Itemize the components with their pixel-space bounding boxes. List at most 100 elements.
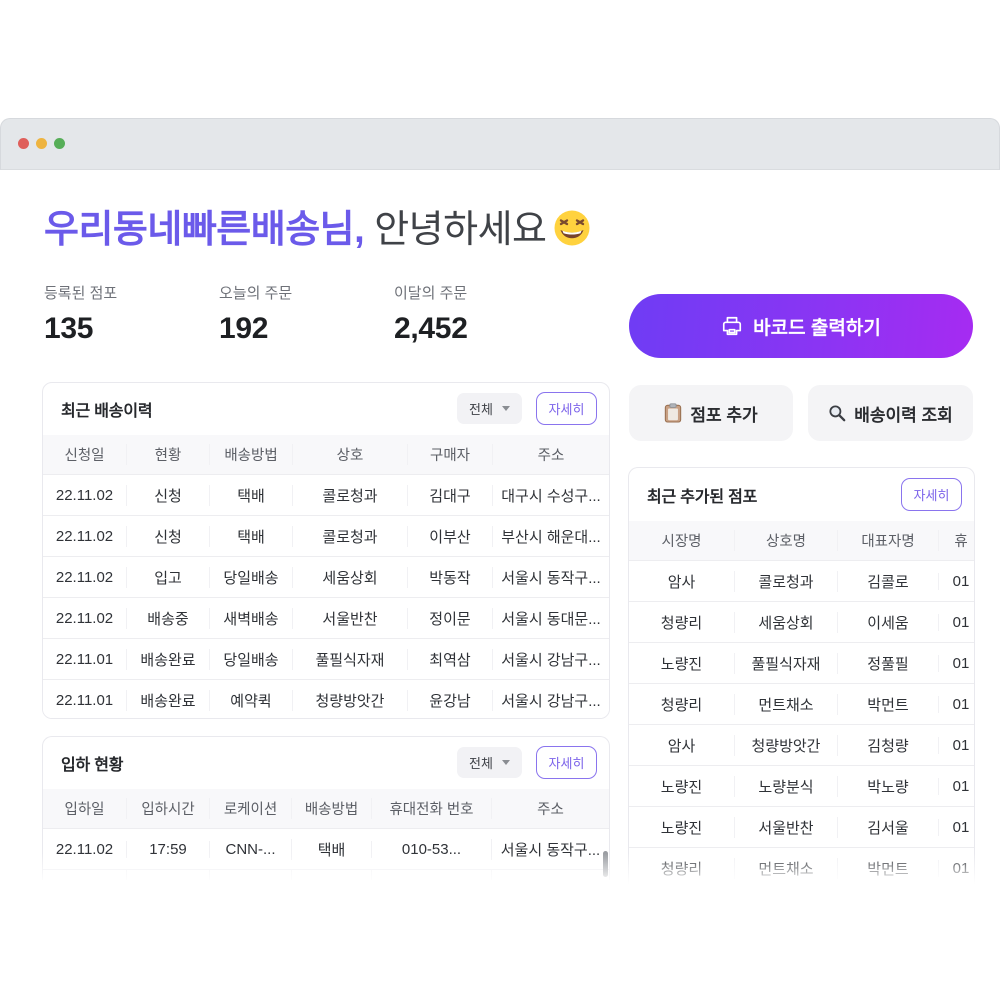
card-title: 입하 현황 <box>61 757 124 774</box>
table-cell: 서울반찬 <box>734 816 837 838</box>
stores-detail-button[interactable]: 자세히 <box>901 478 962 511</box>
table-cell: 먼트채소 <box>734 857 837 879</box>
clipboard-icon <box>665 403 682 423</box>
stat-value: 192 <box>219 312 269 345</box>
print-barcode-button[interactable]: 바코드 출력하기 <box>629 294 973 358</box>
table-row: 22.11.02 입고 당일배송 세움상회 박동작 서울시 동작구... <box>43 556 609 597</box>
print-barcode-label: 바코드 출력하기 <box>753 317 881 339</box>
table-row: 암사 콜로청과 김콜로 01 <box>629 560 974 601</box>
table-cell: 대구시 수성구... <box>492 484 609 506</box>
add-store-button[interactable]: 점포 추가 <box>629 385 793 441</box>
column-header: 입하시간 <box>126 798 209 819</box>
column-header: 대표자명 <box>837 530 938 551</box>
arrival-table: 입하일 입하시간 로케이션 배송방법 휴대전화 번호 주소 22.11.02 17:59 CNN… <box>43 789 609 869</box>
stat-label: 이달의 주문 <box>394 285 468 302</box>
table-cell: 010-53... <box>371 840 491 858</box>
user-name: 우리동네빠른배송님, <box>44 209 365 251</box>
table-cell: 청량방앗간 <box>292 689 407 711</box>
column-header: 신청일 <box>64 448 105 464</box>
stat-registered-stores: 등록된 점포 135 <box>44 282 117 346</box>
table-cell: 서울시 동작구... <box>491 838 609 860</box>
stat-value: 135 <box>44 312 94 345</box>
table-cell: 22.11.01 <box>55 650 114 668</box>
table-cell: 01 <box>938 859 974 877</box>
card-header: 최근 추가된 점포 자세히 <box>629 468 974 521</box>
table-cell: 17:59 <box>126 840 209 858</box>
table-row-partial <box>43 869 609 880</box>
table-row: 청량리 먼트채소 박먼트 01 <box>629 847 974 885</box>
maximize-window-icon[interactable] <box>54 138 65 149</box>
column-header: 배송방법 <box>291 798 371 819</box>
column-header: 주소 <box>492 444 609 465</box>
stat-label: 등록된 점포 <box>44 285 118 302</box>
table-cell: 배송완료 <box>126 689 209 711</box>
page-title: 우리동네빠른배송님, 안녕하세요 <box>44 198 591 253</box>
table-cell: 먼트채소 <box>734 693 837 715</box>
chevron-down-icon <box>501 406 510 411</box>
table-cell: 서울시 강남구... <box>492 648 609 670</box>
delivery-filter-dropdown[interactable]: 전체 <box>457 393 522 424</box>
table-cell: 김서울 <box>837 816 938 838</box>
table-cell: 청량리 <box>660 696 703 714</box>
table-cell: 22.11.02 <box>55 840 114 858</box>
table-row: 노량진 서울반찬 김서울 01 <box>629 806 974 847</box>
stat-monthly-orders: 이달의 주문 2,452 <box>394 282 468 346</box>
search-icon <box>829 405 846 422</box>
table-cell: 22.11.02 <box>55 568 114 586</box>
table-cell: CNN-... <box>209 840 291 858</box>
column-header: 시장명 <box>661 534 702 550</box>
table-cell: 당일배송 <box>209 566 292 588</box>
table-cell: 01 <box>938 654 974 672</box>
browser-titlebar <box>0 118 1000 170</box>
table-row: 22.11.02 신청 택배 콜로청과 이부산 부산시 해운대... <box>43 515 609 556</box>
table-cell: 당일배송 <box>209 648 292 670</box>
page-background <box>0 890 1000 1000</box>
table-row: 22.11.01 배송완료 당일배송 풀필식자재 최역삼 서울시 강남구... <box>43 638 609 679</box>
table-cell: 정이문 <box>407 607 492 629</box>
table-cell: 서울시 강남구... <box>492 689 609 711</box>
stores-table: 시장명 상호명 대표자명 휴 암사 콜로청과 김콜로 01 청량리 세움상회 이세움 01 노량진 풀필식… <box>629 521 974 885</box>
column-header: 휴대전화 번호 <box>371 798 491 819</box>
table-cell: 22.11.01 <box>55 691 114 709</box>
close-window-icon[interactable] <box>18 138 29 149</box>
arrival-filter-dropdown[interactable]: 전체 <box>457 747 522 778</box>
table-cell: 풀필식자재 <box>734 652 837 674</box>
table-cell: 콜로청과 <box>734 570 837 592</box>
printer-icon <box>723 316 742 336</box>
table-header-row: 시장명 상호명 대표자명 휴 <box>629 521 974 560</box>
delivery-detail-button[interactable]: 자세히 <box>536 392 597 425</box>
table-cell: 박동작 <box>407 566 492 588</box>
table-cell: 신청 <box>126 484 209 506</box>
table-cell: 김콜로 <box>837 570 938 592</box>
card-header: 입하 현황 전체 자세히 <box>43 737 609 789</box>
column-header: 현황 <box>126 444 209 465</box>
table-cell: 22.11.02 <box>55 609 114 627</box>
column-header: 구매자 <box>407 444 492 465</box>
card-title: 최근 배송이력 <box>61 403 153 420</box>
scrollbar-thumb[interactable] <box>603 851 608 877</box>
table-cell: 01 <box>938 572 974 590</box>
table-cell: 김대구 <box>407 484 492 506</box>
table-cell: 01 <box>938 777 974 795</box>
column-header: 로케이션 <box>209 798 291 819</box>
table-cell: 암사 <box>667 737 696 755</box>
table-cell: 청량리 <box>660 614 703 632</box>
table-cell: 01 <box>938 613 974 631</box>
minimize-window-icon[interactable] <box>36 138 47 149</box>
table-cell: 신청 <box>126 525 209 547</box>
table-cell: 22.11.02 <box>55 527 114 545</box>
delivery-table: 신청일 현황 배송방법 상호 구매자 주소 22.11.02 신청 택배 콜로청과 김대구 대구시 수… <box>43 435 609 718</box>
arrival-detail-button[interactable]: 자세히 <box>536 746 597 779</box>
table-cell: 노량분식 <box>734 775 837 797</box>
search-history-button[interactable]: 배송이력 조회 <box>808 385 973 441</box>
filter-value: 전체 <box>469 756 493 771</box>
table-cell: 콜로청과 <box>292 484 407 506</box>
table-cell: 이부산 <box>407 525 492 547</box>
table-cell: 청량방앗간 <box>734 734 837 756</box>
table-row: 암사 청량방앗간 김청량 01 <box>629 724 974 765</box>
table-row: 노량진 노량분식 박노량 01 <box>629 765 974 806</box>
table-row: 22.11.02 신청 택배 콜로청과 김대구 대구시 수성구... <box>43 474 609 515</box>
table-cell: 서울시 동대문... <box>492 607 609 629</box>
table-row: 청량리 먼트채소 박먼트 01 <box>629 683 974 724</box>
table-cell: 노량진 <box>660 655 703 673</box>
